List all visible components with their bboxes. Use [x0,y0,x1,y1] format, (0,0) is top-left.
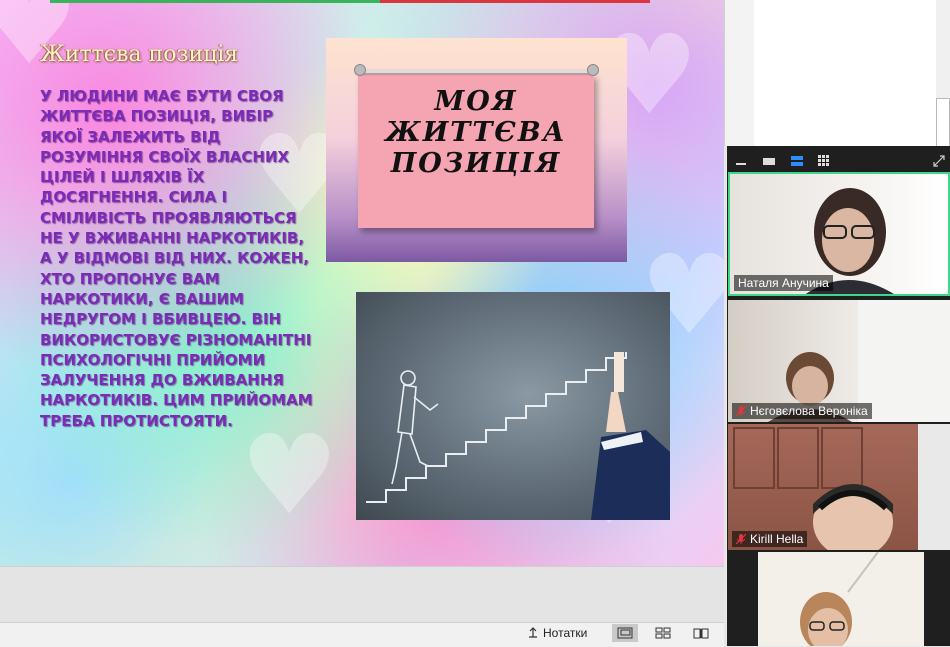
participant-tile[interactable]: Нєговєлова Вероніка [728,300,950,422]
poster-rod [356,70,596,73]
notes-button[interactable]: Нотатки [527,626,587,640]
minimize-button[interactable] [735,152,747,165]
mic-muted-icon [736,405,746,417]
poster-line: ПОЗИЦІЯ [390,148,562,179]
slide-sorter-icon [655,627,671,639]
video-panel-toolbar [727,146,950,170]
participant-video [758,552,924,646]
gallery-grid-button[interactable] [817,152,831,166]
gallery-grid-icon [818,155,829,166]
speaker-view-button[interactable] [762,152,776,165]
gallery-strip-button[interactable] [790,152,804,166]
notes-label: Нотатки [543,626,588,640]
participant-name: Kirill Hella [732,531,808,547]
speaker-view-icon [763,158,775,165]
participant-name: Наталя Анучина [734,275,833,291]
participant-name: Нєговєлова Вероніка [732,403,872,419]
reading-view-button[interactable] [688,624,714,642]
slide-sorter-button[interactable] [650,624,676,642]
slide-body-text: У людини має бути своя життєва позиція, … [40,87,313,430]
expand-button[interactable] [932,152,946,167]
minimize-icon [736,163,746,165]
poster-line: ЖИТТЄВА [385,117,567,148]
heart-decoration: ♥ [0,0,79,89]
notes-icon [529,627,537,638]
stairs-illustration [356,292,670,520]
slide-area-background [0,566,724,623]
participant-tile[interactable] [728,552,950,646]
mic-muted-icon [736,533,746,545]
empty-panel [754,0,936,146]
reading-view-icon [693,628,709,639]
expand-icon [933,155,945,167]
scrollbar-thumb[interactable] [936,98,950,150]
poster-line: МОЯ [434,86,518,117]
normal-view-button[interactable] [612,624,638,642]
poster-pin [587,64,599,76]
poster-pin [354,64,366,76]
participant-tile[interactable]: Kirill Hella [728,424,950,550]
slide-top-bar [50,0,650,3]
participant-tile[interactable]: Наталя Анучина [728,172,950,296]
right-panel-strip [724,0,755,146]
normal-view-icon [617,627,633,639]
gallery-strip-icon [791,156,803,166]
poster-text: МОЯ ЖИТТЄВА ПОЗИЦІЯ [358,86,594,179]
slide-title: Життєва позиція [40,42,239,67]
heart-decoration: ♥ [240,411,339,539]
